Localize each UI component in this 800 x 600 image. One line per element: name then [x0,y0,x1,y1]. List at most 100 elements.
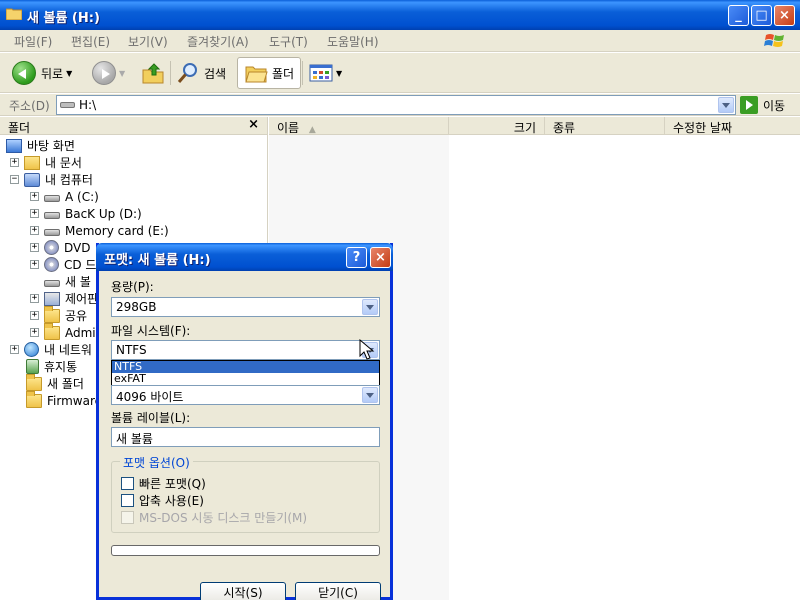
checkbox-box[interactable] [121,494,134,507]
menu-favorites[interactable]: 즐겨찾기(A) [187,33,249,50]
volume-label-input[interactable]: 새 볼륨 [111,427,380,447]
start-button[interactable]: 시작(S) [200,582,286,600]
menu-file[interactable]: 파일(F) [14,33,52,50]
toolbar-separator [170,61,171,85]
column-type-label: 종류 [553,121,576,135]
expand-icon[interactable]: + [30,226,39,235]
back-button[interactable]: 뒤로 ▼ [12,57,72,89]
tree-node-dvd[interactable]: + DVD [30,239,90,256]
file-system-option-exfat[interactable]: exFAT [112,373,379,385]
search-button[interactable]: 검색 [176,57,226,89]
my-documents-icon [24,155,40,170]
hard-drive-icon [44,212,60,219]
go-button[interactable]: 이동 [740,96,785,114]
folders-button[interactable]: 폴더 [237,57,302,89]
hard-drive-icon [44,229,60,236]
tree-node-drive-c[interactable]: + A (C:) [30,188,99,205]
close-dialog-button[interactable]: 닫기(C) [295,582,381,600]
tree-node-control-panel[interactable]: + 제어판 [30,290,98,307]
capacity-select[interactable]: 298GB [111,297,380,317]
allocation-unit-select[interactable]: 4096 바이트 [111,385,380,405]
drive-icon [60,102,75,108]
column-type[interactable]: 종류 [545,117,665,135]
file-system-option-ntfs[interactable]: NTFS [112,361,379,373]
tree-node-recycle-bin[interactable]: 휴지통 [26,358,77,375]
tree-node-label: 내 네트워 [44,343,92,357]
minimize-button[interactable]: _ [728,5,749,26]
help-button[interactable]: ? [346,247,367,268]
window-title-bar[interactable]: 새 볼륨 (H:) _ □ × [0,0,800,30]
forward-arrow-icon [92,61,116,85]
menu-edit[interactable]: 편집(E) [71,33,110,50]
volume-label-value: 새 볼륨 [116,432,153,446]
folders-icon [245,66,268,83]
menu-view[interactable]: 보기(V) [128,33,168,50]
folder-icon [44,322,60,340]
capacity-label: 용량(P): [111,280,154,294]
tree-node-label: 바탕 화면 [27,139,75,153]
back-label: 뒤로 [41,66,64,81]
chevron-down-icon[interactable] [362,387,378,403]
volume-label-label: 볼륨 레이블(L): [111,411,191,425]
folders-label: 폴더 [272,66,295,81]
file-system-label: 파일 시스템(F): [111,324,191,338]
my-computer-icon [24,172,40,187]
tree-node-new-folder[interactable]: 새 폴더 [26,373,84,392]
maximize-button[interactable]: □ [751,5,772,26]
tree-node-admin[interactable]: + Admi [30,322,96,341]
sort-ascending-icon: ▲ [308,125,316,135]
address-input[interactable]: H:\ [56,95,736,115]
chevron-down-icon[interactable] [362,299,378,315]
checkbox-box [121,511,134,524]
dialog-close-button[interactable]: × [370,247,391,268]
quick-format-checkbox[interactable]: 빠른 포맷(Q) [121,475,206,492]
compression-checkbox[interactable]: 압축 사용(E) [121,492,204,509]
column-date-modified-label: 수정한 날짜 [673,121,733,135]
folder-pane-header: 폴더 × [0,117,267,135]
tree-node-network[interactable]: + 내 네트워 [10,341,92,358]
address-dropdown-button[interactable] [718,97,734,113]
file-system-select[interactable]: NTFS [111,340,380,360]
tree-node-drive-e[interactable]: + Memory card (E:) [30,222,169,239]
expand-icon[interactable]: + [30,192,39,201]
close-button[interactable]: × [774,5,795,26]
expand-icon[interactable]: + [30,328,39,337]
checkbox-box[interactable] [121,477,134,490]
views-grid-icon [309,64,333,82]
column-size[interactable]: 크기 [449,117,545,135]
tree-node-my-computer[interactable]: − 내 컴퓨터 [10,171,93,188]
recycle-bin-icon [26,359,39,374]
expand-icon[interactable]: + [30,209,39,218]
expand-icon[interactable]: + [30,311,39,320]
expand-icon[interactable]: + [10,158,19,167]
network-icon [24,342,39,357]
expand-icon[interactable]: + [10,345,19,354]
column-name[interactable]: 이름 ▲ [269,117,449,135]
msdos-startup-disk-label: MS-DOS 시동 디스크 만들기(M) [139,511,308,525]
expand-icon[interactable]: + [30,294,39,303]
forward-button[interactable]: ▼ [92,57,125,89]
expand-icon[interactable]: + [30,243,39,252]
mouse-cursor-icon [359,339,375,360]
menu-tools[interactable]: 도구(T) [269,33,308,50]
tree-node-new-volume[interactable]: 새 볼 [44,273,91,290]
cd-drive-icon [44,257,59,272]
menu-bar: 파일(F) 편집(E) 보기(V) 즐겨찾기(A) 도구(T) 도움말(H) [0,30,800,52]
close-icon[interactable]: × [248,117,259,132]
menu-help[interactable]: 도움말(H) [327,33,379,50]
tree-node-my-documents[interactable]: + 내 문서 [10,154,82,171]
up-folder-button[interactable] [141,57,165,89]
tree-node-shared[interactable]: + 공유 [30,305,87,324]
tree-node-firmware[interactable]: Firmware [26,390,102,409]
go-label: 이동 [763,98,786,113]
collapse-icon[interactable]: − [10,175,19,184]
tree-node-label: 새 볼 [65,275,91,289]
tree-node-cd[interactable]: + CD 드 [30,256,96,273]
expand-icon[interactable]: + [30,260,39,269]
column-date-modified[interactable]: 수정한 날짜 [665,117,800,135]
tree-node-drive-d[interactable]: + BacK Up (D:) [30,205,142,222]
tree-node-label: BacK Up (D:) [65,206,142,221]
tree-node-desktop[interactable]: 바탕 화면 [6,137,75,154]
dialog-title-bar[interactable]: 포맷: 새 볼륨 (H:) ? × [96,243,393,271]
views-button[interactable]: ▼ [309,57,342,89]
